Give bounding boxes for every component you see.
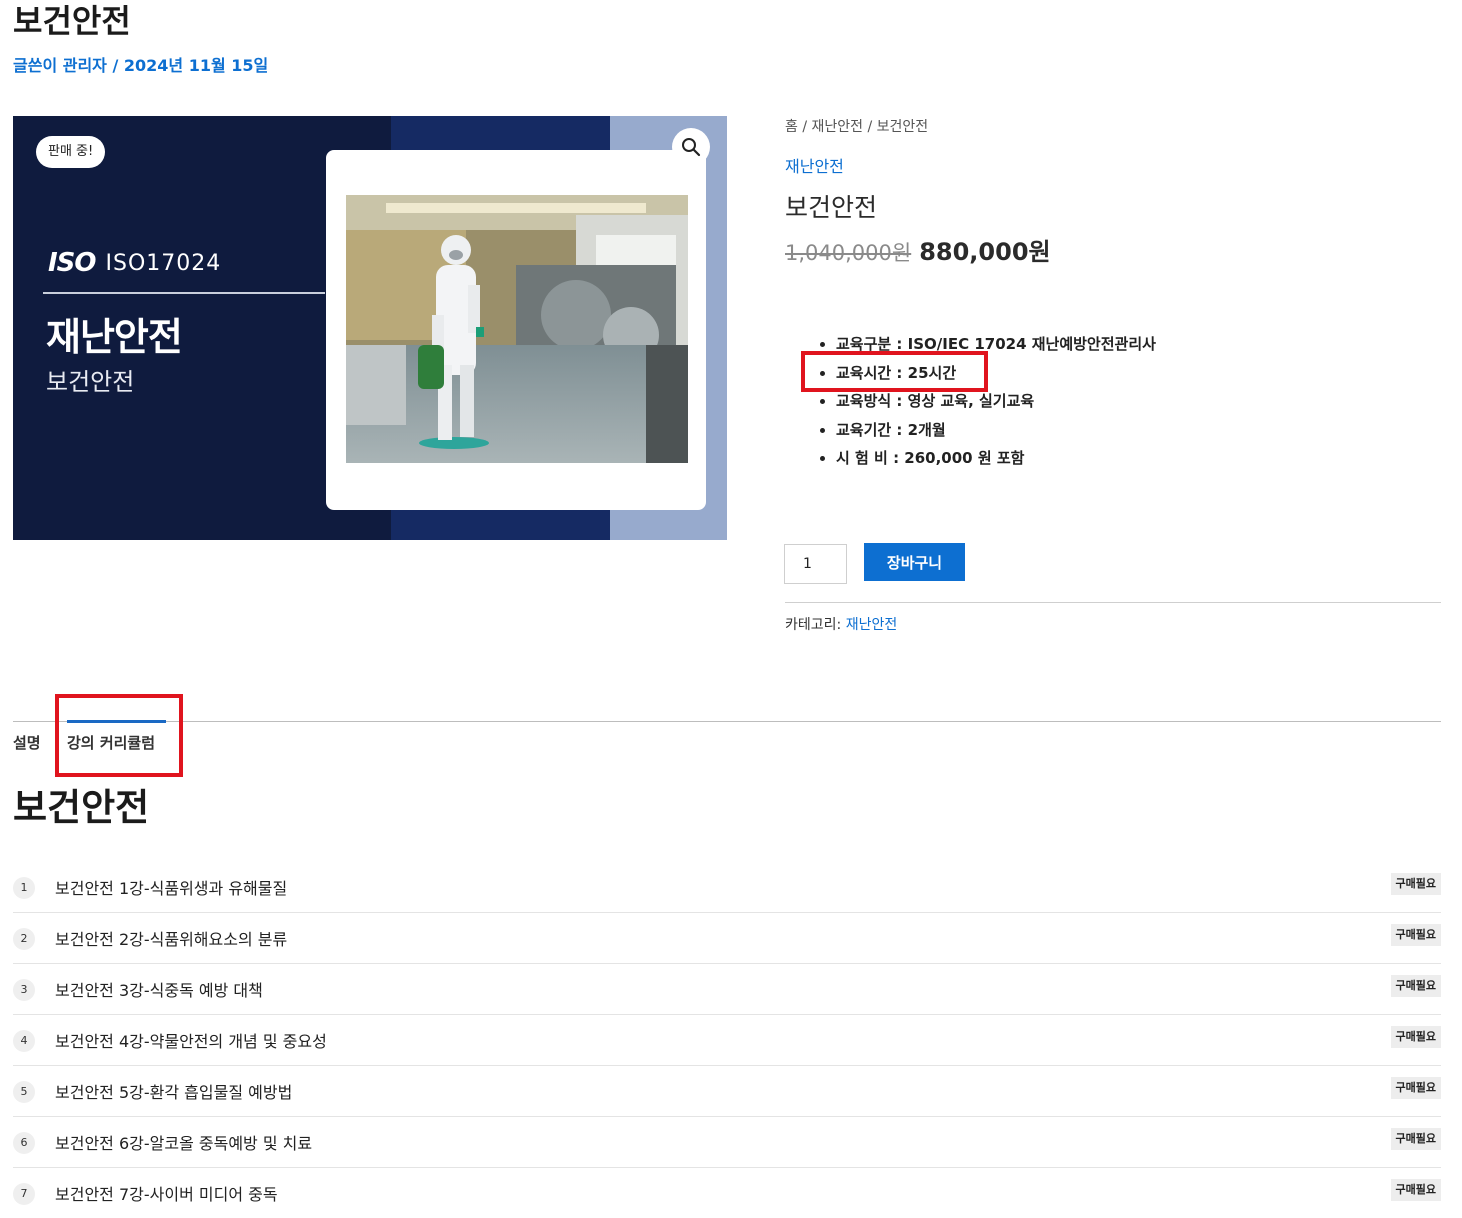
category-meta-link[interactable]: 재난안전 bbox=[846, 617, 898, 633]
lesson-item[interactable]: 3 보건안전 3강-식중독 예방 대책 구매필요 bbox=[13, 964, 1441, 1015]
lesson-number: 5 bbox=[13, 1081, 35, 1103]
lesson-title[interactable]: 보건안전 6강-알코올 중독예방 및 치료 bbox=[55, 1130, 312, 1154]
purchase-required-badge: 구매필요 bbox=[1390, 924, 1441, 946]
tabs-divider bbox=[13, 721, 1441, 722]
lesson-item[interactable]: 4 보건안전 4강-약물안전의 개념 및 중요성 구매필요 bbox=[13, 1015, 1441, 1066]
category-link[interactable]: 재난안전 bbox=[785, 153, 844, 177]
lesson-number: 1 bbox=[13, 877, 35, 899]
post-meta[interactable]: 글쓴이 관리자 / 2024년 11월 15일 bbox=[13, 52, 268, 76]
lesson-title[interactable]: 보건안전 5강-환각 흡입물질 예방법 bbox=[55, 1079, 292, 1103]
purchase-required-badge: 구매필요 bbox=[1390, 873, 1441, 895]
worker-photo bbox=[346, 195, 688, 463]
purchase-required-badge: 구매필요 bbox=[1390, 1026, 1441, 1048]
sale-badge: 판매 중! bbox=[36, 136, 106, 168]
highlight-box-curriculum-tab bbox=[55, 694, 183, 777]
lesson-title[interactable]: 보건안전 2강-식품위해요소의 분류 bbox=[55, 926, 287, 950]
category-label: 카테고리: bbox=[785, 617, 842, 633]
photo-card bbox=[326, 150, 706, 510]
lesson-item[interactable]: 1 보건안전 1강-식품위생과 유해물질 구매필요 bbox=[13, 862, 1441, 913]
lesson-item[interactable]: 7 보건안전 7강-사이버 미디어 중독 구매필요 bbox=[13, 1168, 1441, 1218]
lesson-number: 3 bbox=[13, 979, 35, 1001]
purchase-required-badge: 구매필요 bbox=[1390, 1128, 1441, 1150]
lesson-title[interactable]: 보건안전 1강-식품위생과 유해물질 bbox=[55, 875, 287, 899]
lesson-number: 6 bbox=[13, 1132, 35, 1154]
add-to-cart-button[interactable]: 장바구니 bbox=[864, 543, 965, 581]
page-title: 보건안전 bbox=[13, 2, 131, 40]
lesson-item[interactable]: 5 보건안전 5강-환각 흡입물질 예방법 구매필요 bbox=[13, 1066, 1441, 1117]
iso-mark: ISO ISO17024 bbox=[48, 248, 221, 278]
image-subheading: 보건안전 bbox=[46, 368, 135, 396]
lesson-item[interactable]: 2 보건안전 2강-식품위해요소의 분류 구매필요 bbox=[13, 913, 1441, 964]
zoom-button[interactable] bbox=[672, 128, 710, 166]
quantity-input[interactable] bbox=[784, 544, 847, 584]
purchase-required-badge: 구매필요 bbox=[1390, 975, 1441, 997]
image-divider bbox=[43, 292, 325, 294]
iso-logo: ISO bbox=[48, 248, 97, 278]
lesson-number: 2 bbox=[13, 928, 35, 950]
lesson-title[interactable]: 보건안전 7강-사이버 미디어 중독 bbox=[55, 1181, 278, 1205]
search-icon bbox=[682, 138, 701, 157]
lesson-number: 7 bbox=[13, 1183, 35, 1205]
curriculum-title: 보건안전 bbox=[13, 786, 150, 829]
tab-description[interactable]: 설명 bbox=[13, 732, 41, 753]
purchase-required-badge: 구매필요 bbox=[1390, 1077, 1441, 1099]
old-price: 1,040,000원 bbox=[785, 241, 912, 265]
lesson-list: 1 보건안전 1강-식품위생과 유해물질 구매필요 2 보건안전 2강-식품위해… bbox=[13, 862, 1441, 1218]
product-category-meta: 카테고리: 재난안전 bbox=[785, 614, 897, 634]
breadcrumb[interactable]: 홈 / 재난안전 / 보건안전 bbox=[785, 116, 928, 136]
lesson-title[interactable]: 보건안전 4강-약물안전의 개념 및 중요성 bbox=[55, 1028, 327, 1052]
divider bbox=[785, 602, 1441, 603]
purchase-required-badge: 구매필요 bbox=[1390, 1179, 1441, 1201]
iso-text: ISO17024 bbox=[105, 250, 222, 276]
sale-price: 880,000원 bbox=[919, 238, 1051, 266]
spec-period: 교육기간 : 2개월 bbox=[836, 416, 1156, 445]
highlight-box-duration bbox=[801, 351, 988, 392]
spec-exam-fee: 시 험 비 : 260,000 원 포함 bbox=[836, 444, 1156, 473]
lesson-number: 4 bbox=[13, 1030, 35, 1052]
image-heading: 재난안전 bbox=[46, 315, 183, 359]
lesson-item[interactable]: 6 보건안전 6강-알코올 중독예방 및 치료 구매필요 bbox=[13, 1117, 1441, 1168]
product-title: 보건안전 bbox=[785, 193, 878, 222]
lesson-title[interactable]: 보건안전 3강-식중독 예방 대책 bbox=[55, 977, 263, 1001]
product-image[interactable]: 판매 중! ISO ISO17024 재난안전 보건안전 bbox=[13, 116, 727, 540]
price: 1,040,000원 880,000원 bbox=[785, 232, 1051, 267]
